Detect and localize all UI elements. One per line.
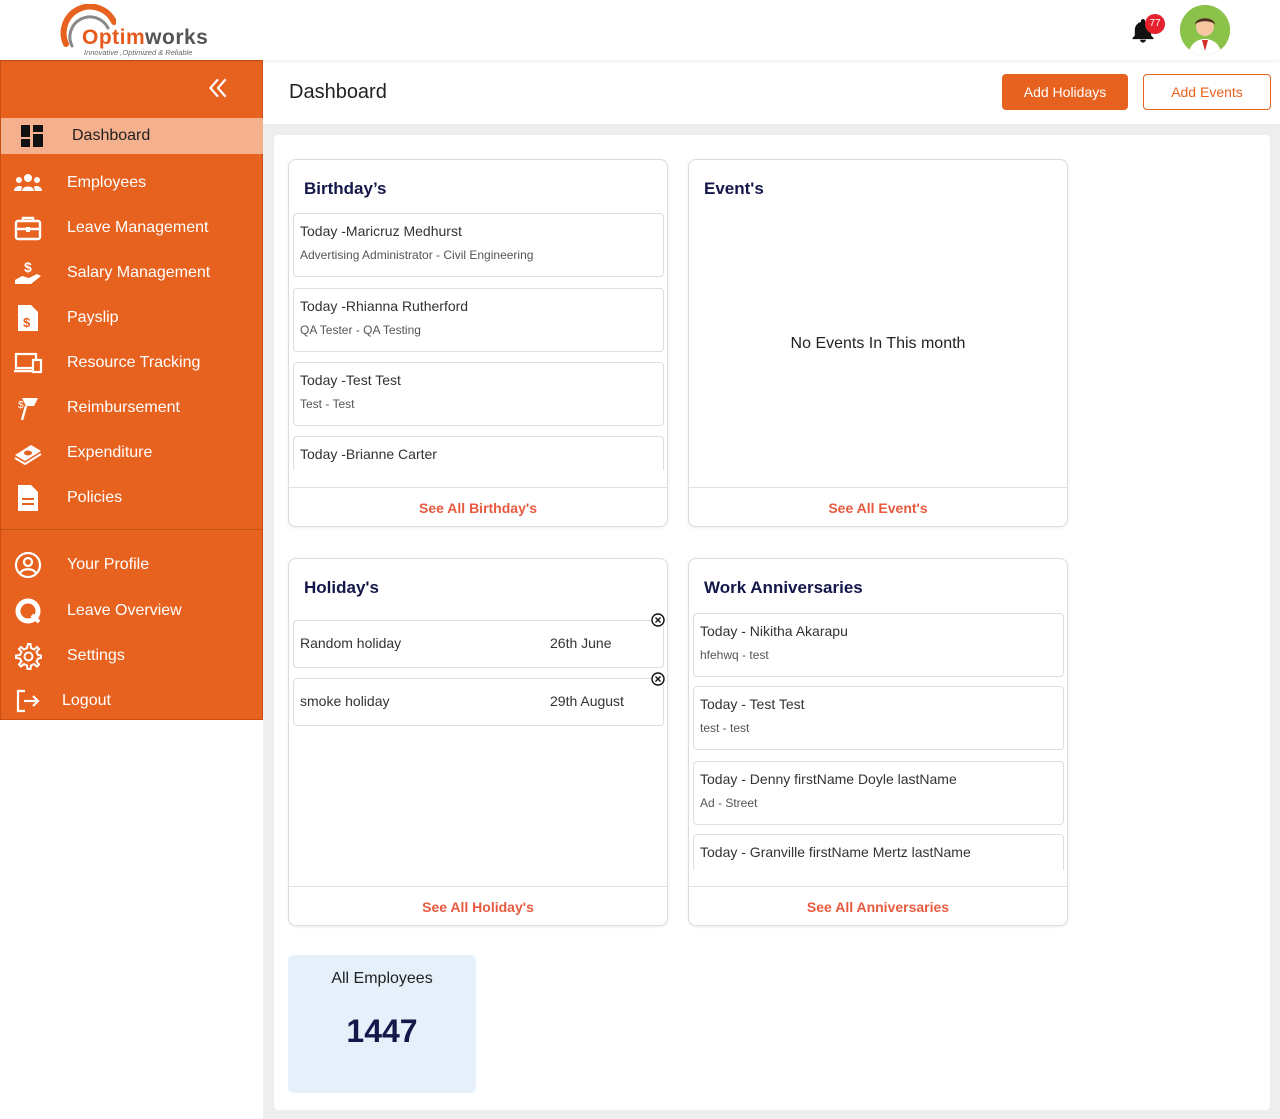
logo-tagline: Innovative ,Optimized & Reliable [84, 48, 193, 57]
stat-value: 1447 [346, 1013, 418, 1049]
user-avatar[interactable] [1180, 5, 1230, 55]
logout-icon [13, 686, 43, 716]
card-title: Work Anniversaries [704, 578, 863, 597]
profile-icon [13, 550, 43, 580]
holiday-date: 26th June [550, 635, 612, 651]
sidebar-item-label: Your Profile [67, 556, 150, 573]
close-circle-icon[interactable] [651, 613, 665, 627]
list-item[interactable]: smoke holiday 29th August [293, 678, 664, 726]
sidebar-item-label: Salary Management [67, 264, 211, 281]
sidebar-item-logout[interactable]: Logout [1, 683, 263, 719]
birthdays-card: Birthday’s Today -Maricruz Medhurst Adve… [288, 159, 668, 527]
devices-icon [13, 348, 43, 378]
svg-text:$: $ [18, 400, 24, 411]
list-item[interactable]: Today -Test Test Test - Test [293, 362, 664, 426]
list-item[interactable]: Today - Denny firstName Doyle lastName A… [693, 761, 1064, 825]
list-item[interactable]: Random holiday 26th June [293, 620, 664, 668]
holiday-name: Random holiday [300, 635, 402, 651]
dashboard-icon [17, 121, 47, 151]
sidebar: Dashboard Employees Leave Management $ S… [0, 60, 263, 720]
list-item[interactable]: Today -Brianne Carter [293, 436, 664, 470]
close-circle-icon[interactable] [651, 672, 665, 686]
avatar-illustration-icon [1180, 5, 1230, 55]
list-item[interactable]: Today - Test Test test - test [693, 686, 1064, 750]
svg-text:$: $ [23, 315, 31, 330]
anniversaries-card: Work Anniversaries Today - Nikitha Akara… [688, 558, 1068, 926]
sidebar-item-label: Logout [62, 692, 111, 709]
sidebar-item-label: Employees [67, 174, 147, 191]
svg-text:$: $ [24, 259, 32, 275]
sidebar-item-label: Settings [67, 647, 125, 664]
sidebar-item-label: Resource Tracking [67, 354, 201, 371]
sidebar-item-leave-overview[interactable]: Leave Overview [1, 593, 263, 629]
reimbursement-icon: $ [13, 393, 43, 423]
sidebar-item-settings[interactable]: Settings [1, 638, 263, 674]
sidebar-item-salary-management[interactable]: $ Salary Management [1, 255, 263, 291]
page-title: Dashboard [289, 81, 387, 103]
list-item[interactable]: Today - Nikitha Akarapu hfehwq - test [693, 613, 1064, 677]
sidebar-item-employees[interactable]: Employees [1, 165, 263, 201]
birthday-list[interactable]: Today -Maricruz Medhurst Advertising Adm… [293, 213, 665, 470]
sidebar-item-resource-tracking[interactable]: Resource Tracking [1, 345, 263, 381]
list-item[interactable]: Today - Granville firstName Mertz lastNa… [693, 834, 1064, 870]
sidebar-item-label: Dashboard [72, 127, 151, 144]
anniversary-list[interactable]: Today - Nikitha Akarapu hfehwq - test To… [693, 613, 1065, 870]
sidebar-item-dashboard[interactable]: Dashboard [1, 118, 263, 154]
sidebar-item-label: Reimbursement [67, 399, 180, 416]
see-all-events-link[interactable]: See All Event's [689, 487, 1067, 526]
sidebar-item-policies[interactable]: Policies [1, 480, 263, 516]
holidays-card: Holiday's Random holiday 26th June smoke… [288, 558, 668, 926]
users-icon [13, 168, 43, 198]
events-card: Event's No Events In This month See All … [688, 159, 1068, 527]
card-title: Holiday's [304, 578, 379, 597]
sidebar-item-expenditure[interactable]: Expenditure [1, 435, 263, 471]
document-icon [13, 483, 43, 513]
sidebar-item-reimbursement[interactable]: $ Reimbursement [1, 390, 263, 426]
sidebar-item-label: Payslip [67, 309, 119, 326]
see-all-anniversaries-link[interactable]: See All Anniversaries [689, 886, 1067, 925]
card-title: Birthday’s [304, 179, 387, 198]
briefcase-icon [13, 213, 43, 243]
list-item[interactable]: Today -Rhianna Rutherford QA Tester - QA… [293, 288, 664, 352]
card-title: Event's [704, 179, 764, 198]
double-chevron-left-icon[interactable] [205, 75, 231, 101]
sidebar-item-label: Policies [67, 489, 123, 506]
empty-state-message: No Events In This month [790, 335, 966, 352]
sidebar-item-label: Expenditure [67, 444, 153, 461]
add-holidays-button[interactable]: Add Holidays [1002, 74, 1128, 110]
money-hand-icon: $ [13, 258, 43, 288]
holiday-date: 29th August [550, 693, 624, 709]
cash-icon [13, 438, 43, 468]
list-item[interactable]: Today -Maricruz Medhurst Advertising Adm… [293, 213, 664, 277]
see-all-birthdays-link[interactable]: See All Birthday's [289, 487, 667, 526]
holiday-name: smoke holiday [300, 693, 390, 709]
gear-icon [13, 641, 43, 671]
sidebar-item-payslip[interactable]: $ Payslip [1, 300, 263, 336]
top-bar: Optimworks Innovative ,Optimized & Relia… [0, 0, 1280, 60]
sidebar-item-label: Leave Management [67, 219, 209, 236]
payslip-icon: $ [13, 303, 43, 333]
leave-overview-icon [13, 596, 43, 626]
sidebar-divider [1, 529, 263, 530]
all-employees-card[interactable]: All Employees 1447 [288, 955, 476, 1093]
optimworks-logo[interactable]: Optimworks Innovative ,Optimized & Relia… [56, 4, 226, 58]
logo-text: Optimworks [82, 26, 209, 49]
see-all-holidays-link[interactable]: See All Holiday's [289, 886, 667, 925]
sidebar-item-your-profile[interactable]: Your Profile [1, 547, 263, 583]
notification-badge: 77 [1145, 14, 1165, 34]
add-events-button[interactable]: Add Events [1143, 74, 1271, 110]
sidebar-item-label: Leave Overview [67, 602, 182, 619]
sidebar-item-leave-management[interactable]: Leave Management [1, 210, 263, 246]
stat-label: All Employees [331, 970, 433, 987]
